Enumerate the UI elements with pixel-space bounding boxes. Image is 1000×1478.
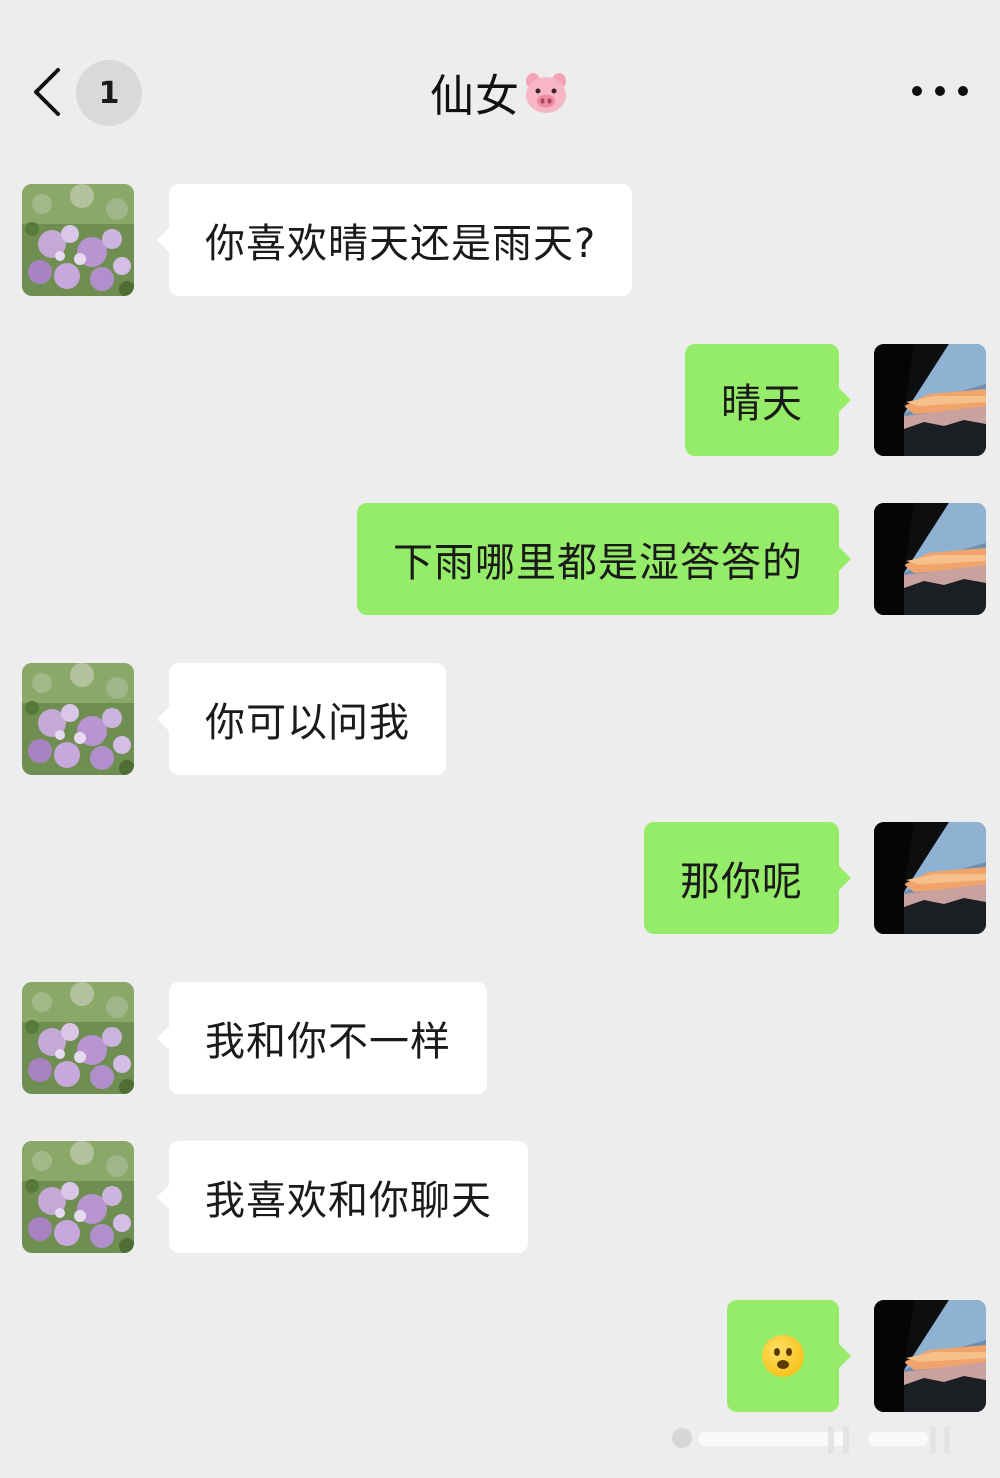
contact-avatar[interactable]: [22, 663, 134, 775]
message-row-incoming: 我和你不一样: [0, 982, 1000, 1096]
chat-header: 1 仙女: [0, 0, 1000, 180]
user-avatar[interactable]: [874, 503, 986, 615]
more-dot: [958, 86, 968, 96]
hushed-face-icon: [762, 1335, 804, 1377]
message-bubble-outgoing[interactable]: 晴天: [685, 344, 851, 456]
back-button[interactable]: [28, 64, 68, 120]
contact-avatar[interactable]: [22, 1141, 134, 1253]
message-text: 下雨哪里都是湿答答的: [393, 540, 803, 586]
message-row-incoming: 我喜欢和你聊天: [0, 1141, 1000, 1255]
chat-title-text: 仙女: [430, 71, 520, 122]
unread-count-badge[interactable]: 1: [76, 60, 142, 126]
message-row-incoming: 你可以问我: [0, 663, 1000, 777]
chevron-left-icon: [34, 68, 60, 116]
more-dot: [912, 86, 922, 96]
message-row-outgoing: 晴天: [0, 344, 1000, 458]
user-avatar[interactable]: [874, 344, 986, 456]
chat-screen: 1 仙女 你喜欢晴天还是雨天? 晴天 下雨哪里都是湿答答的 你可以问我 那你呢 …: [0, 0, 1000, 1478]
message-bubble-incoming[interactable]: 我喜欢和你聊天: [157, 1141, 528, 1253]
pig-face-icon: [522, 68, 570, 116]
user-avatar[interactable]: [874, 822, 986, 934]
contact-avatar[interactable]: [22, 982, 134, 1094]
message-text: 晴天: [721, 381, 803, 427]
more-options-button[interactable]: [912, 78, 968, 104]
message-bubble-incoming[interactable]: 我和你不一样: [157, 982, 487, 1094]
message-row-outgoing: [0, 1300, 1000, 1414]
message-text: 你喜欢晴天还是雨天?: [205, 221, 597, 267]
contact-avatar[interactable]: [22, 184, 134, 296]
message-bubble-incoming[interactable]: 你喜欢晴天还是雨天?: [156, 184, 633, 296]
message-row-outgoing: 下雨哪里都是湿答答的: [0, 503, 1000, 617]
message-text: 我喜欢和你聊天: [205, 1178, 492, 1224]
message-bubble-outgoing[interactable]: 那你呢: [644, 822, 851, 934]
message-text: 我和你不一样: [205, 1019, 451, 1065]
message-text: 你可以问我: [205, 700, 410, 746]
message-row-incoming: 你喜欢晴天还是雨天?: [0, 184, 1000, 298]
message-bubble-incoming[interactable]: 你可以问我: [157, 663, 446, 775]
message-bubble-outgoing[interactable]: 下雨哪里都是湿答答的: [357, 503, 851, 615]
message-row-outgoing: 那你呢: [0, 822, 1000, 936]
message-bubble-outgoing[interactable]: [727, 1300, 851, 1412]
more-dot: [935, 86, 945, 96]
user-avatar[interactable]: [874, 1300, 986, 1412]
chat-title: 仙女: [300, 62, 700, 122]
watermark-logo: [668, 1418, 968, 1462]
message-text: 那你呢: [680, 859, 803, 905]
